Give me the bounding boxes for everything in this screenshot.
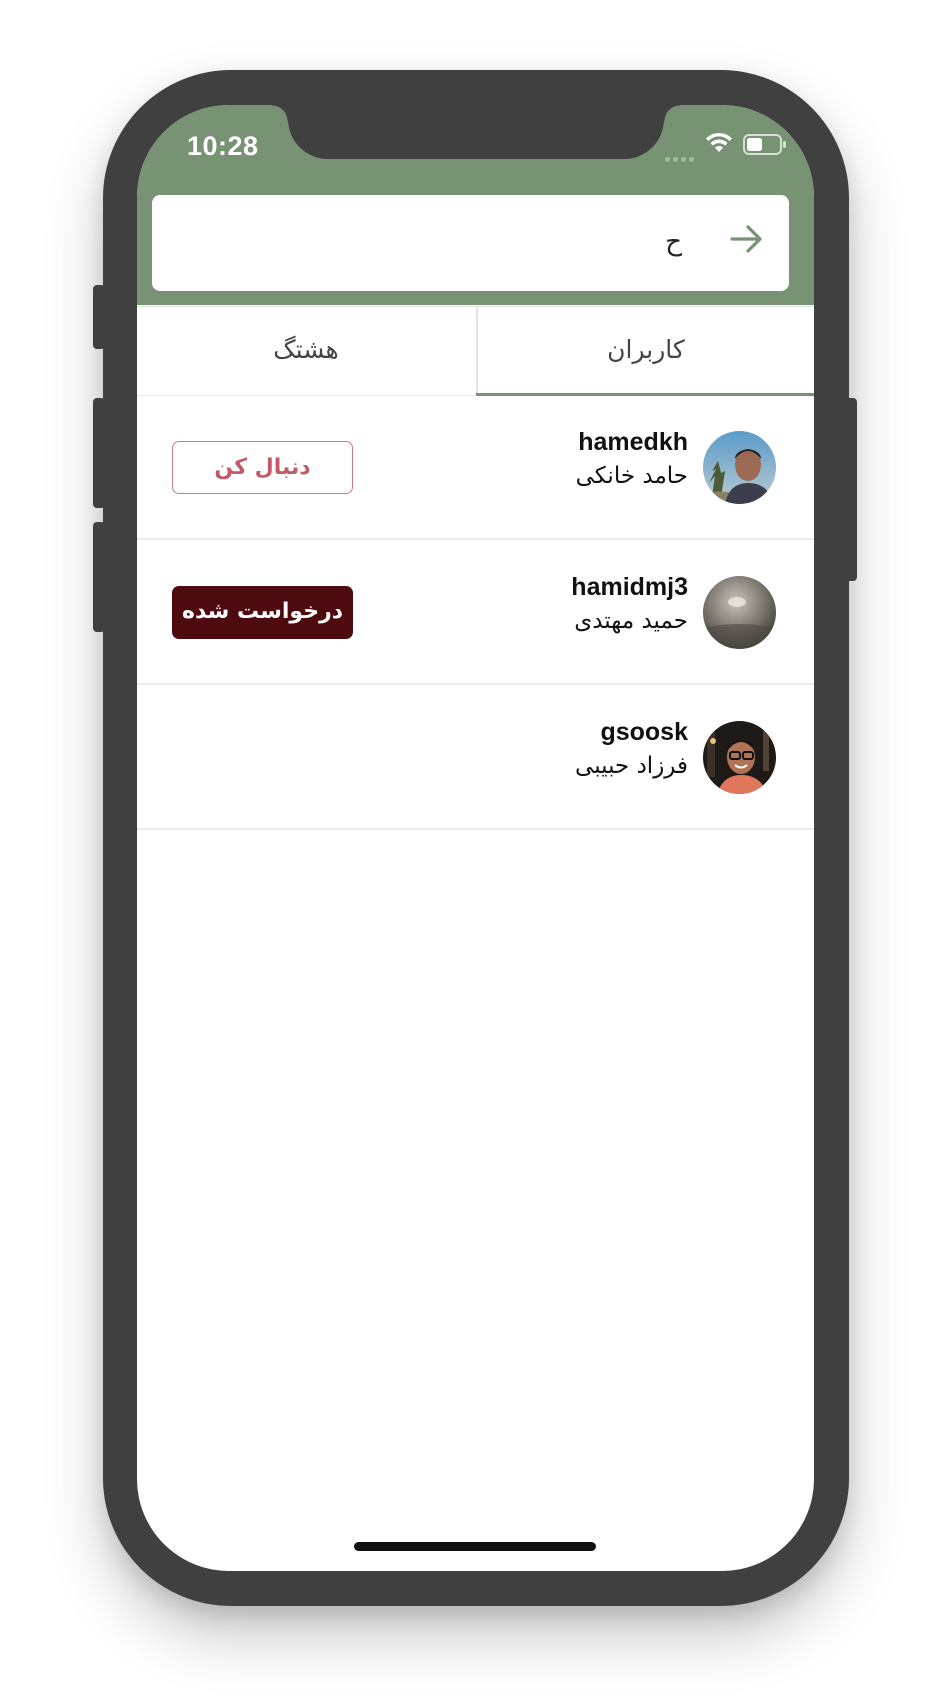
username: gsoosk: [600, 718, 688, 746]
tab-hashtag[interactable]: هشتگ: [137, 307, 475, 395]
follow-button[interactable]: دنبال کن: [172, 441, 353, 494]
notch: [272, 105, 680, 159]
mute-switch: [93, 285, 105, 349]
user-row[interactable]: درخواست شده hamidmj3 حمید مهتدی: [137, 540, 814, 685]
username: hamidmj3: [571, 573, 688, 601]
screen: 10:28 هشتگ کاربران دنبال کن hamedkh حامد…: [137, 105, 814, 1571]
status-time: 10:28: [187, 131, 259, 161]
volume-up-button: [93, 398, 105, 508]
volume-down-button: [93, 522, 105, 632]
user-row[interactable]: gsoosk فرزاد حبیبی: [137, 685, 814, 830]
avatar[interactable]: [703, 576, 776, 649]
username: hamedkh: [578, 428, 688, 456]
search-input[interactable]: [172, 217, 682, 267]
search-box: [152, 195, 789, 291]
user-row[interactable]: دنبال کن hamedkh حامد خانکی: [137, 395, 814, 540]
full-name: حمید مهتدی: [574, 608, 688, 634]
signal-icon: [665, 149, 697, 167]
arrow-right-icon[interactable]: [727, 219, 767, 259]
requested-button[interactable]: درخواست شده: [172, 586, 353, 639]
header: 10:28: [137, 105, 814, 305]
tab-bar: هشتگ کاربران: [137, 306, 814, 396]
home-indicator[interactable]: [354, 1542, 596, 1551]
avatar[interactable]: [703, 721, 776, 794]
tab-users[interactable]: کاربران: [476, 307, 814, 395]
battery-icon: [743, 134, 786, 155]
full-name: فرزاد حبیبی: [575, 753, 688, 779]
avatar[interactable]: [703, 431, 776, 504]
full-name: حامد خانکی: [575, 463, 688, 489]
wifi-icon: [706, 132, 732, 152]
power-button: [845, 398, 857, 581]
